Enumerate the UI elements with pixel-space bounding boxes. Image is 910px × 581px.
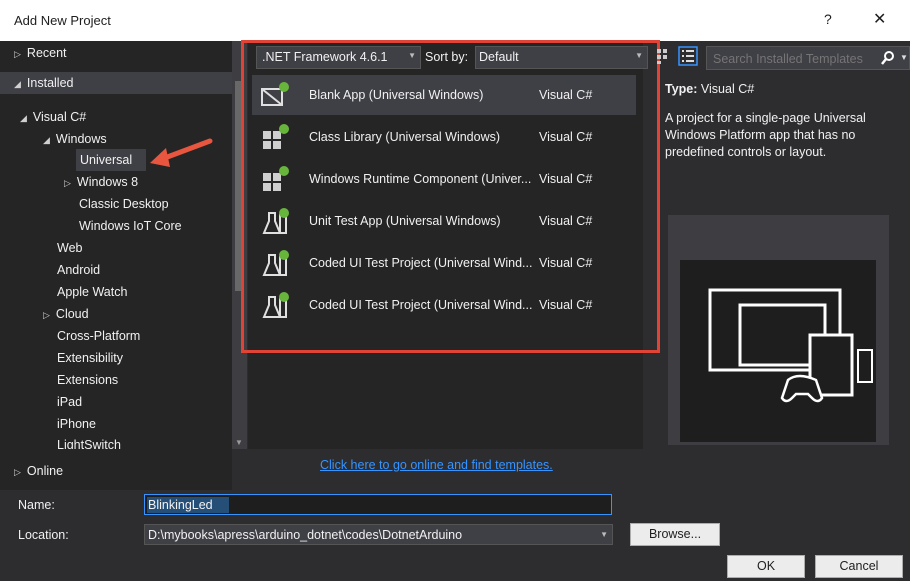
small-icons-view-icon[interactable] [653,46,673,66]
template-search-box[interactable]: ▼ [706,46,910,70]
template-tree: ▷ Recent ◢ Installed ◢ Visual C# ◢ Windows U… [0,41,232,490]
location-label: Location: [18,528,69,542]
tree-item-recent[interactable]: ▷ Recent [14,46,67,60]
template-preview [668,215,889,445]
tree-item-ipad[interactable]: iPad [57,395,82,409]
tree-item-iphone[interactable]: iPhone [57,417,96,431]
collapse-icon: ◢ [14,79,21,89]
devices-icon [708,288,873,403]
cancel-button[interactable]: Cancel [815,555,903,578]
chevron-down-icon[interactable]: ▼ [900,53,908,62]
dialog-title: Add New Project [14,13,111,28]
close-icon[interactable]: ✕ [873,9,886,29]
template-type: Type: Visual C# [665,82,755,96]
list-view-icon[interactable] [678,46,698,66]
scroll-down-icon[interactable]: ▼ [235,438,243,447]
collapse-icon: ◢ [20,113,27,123]
tree-item-windows-iot[interactable]: Windows IoT Core [79,219,182,233]
tree-item-extensions[interactable]: Extensions [57,373,118,387]
ok-button[interactable]: OK [727,555,805,578]
tree-item-windows8[interactable]: ▷ Windows 8 [64,175,138,189]
tree-item-web[interactable]: Web [57,241,82,255]
dialog-titlebar: Add New Project ? ✕ [0,0,910,41]
location-input[interactable] [148,527,588,543]
tree-item-android[interactable]: Android [57,263,100,277]
tree-item-cloud[interactable]: ▷ Cloud [43,307,89,321]
location-dropdown[interactable]: ▼ [144,524,613,545]
template-description: A project for a single-page Universal Wi… [665,111,866,159]
project-name-input[interactable] [148,497,588,513]
search-icon[interactable] [881,51,895,65]
expand-icon: ▷ [14,49,21,59]
expand-icon: ▷ [64,178,71,188]
browse-button[interactable]: Browse... [630,523,720,546]
tree-item-universal[interactable]: Universal [80,153,132,167]
tree-item-cross-platform[interactable]: Cross-Platform [57,329,140,343]
tree-item-classic-desktop[interactable]: Classic Desktop [79,197,169,211]
online-templates-link[interactable]: Click here to go online and find templat… [320,458,553,472]
expand-icon: ▷ [14,467,21,477]
name-label: Name: [18,498,55,512]
highlight-box [241,40,660,353]
tree-item-installed[interactable]: ◢ Installed [14,76,73,90]
search-input[interactable] [711,50,875,68]
chevron-down-icon[interactable]: ▼ [600,530,608,539]
tree-item-online[interactable]: ▷ Online [14,464,63,478]
project-name-field[interactable] [144,494,612,515]
tree-item-apple-watch[interactable]: Apple Watch [57,285,127,299]
tree-item-windows[interactable]: ◢ Windows [43,132,107,146]
preview-image [680,260,876,442]
tree-item-extensibility[interactable]: Extensibility [57,351,123,365]
expand-icon: ▷ [43,310,50,320]
help-icon[interactable]: ? [824,11,832,27]
collapse-icon: ◢ [43,135,50,145]
tree-item-lightswitch[interactable]: LightSwitch [57,438,121,449]
tree-item-visual-csharp[interactable]: ◢ Visual C# [20,110,86,124]
arrow-pointer-icon [150,138,213,167]
